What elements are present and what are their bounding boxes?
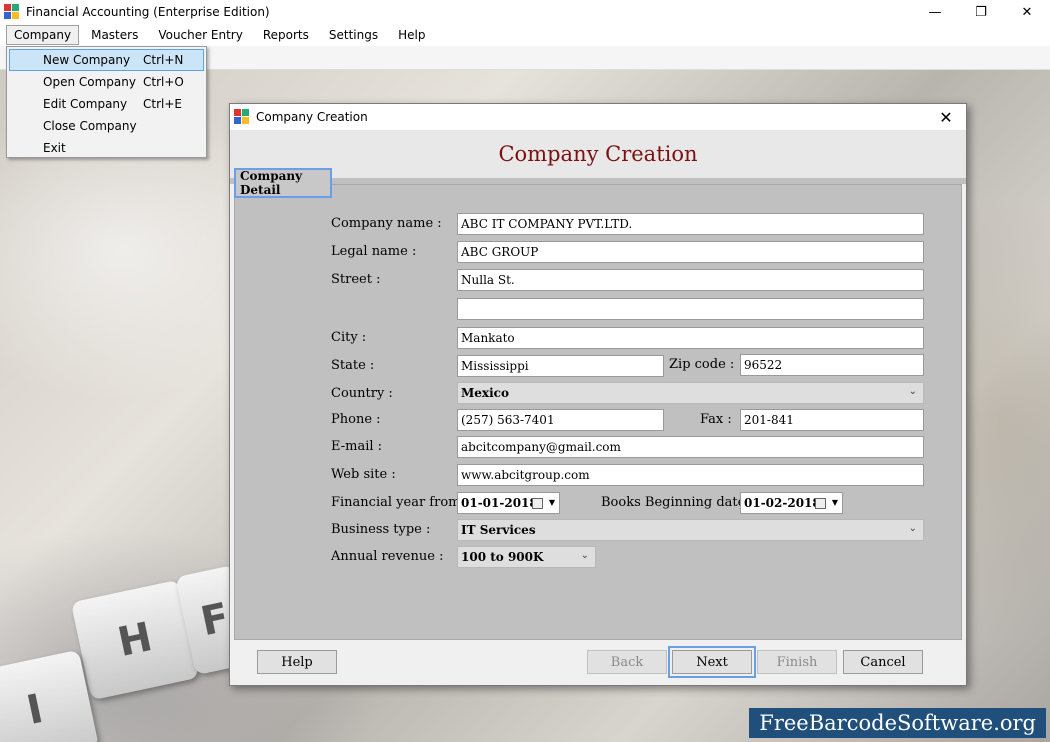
dropdown-arrow-icon: ▼ — [548, 497, 555, 507]
label-books-beginning-date: Books Beginning date: — [601, 495, 750, 510]
finish-button[interactable]: Finish — [757, 650, 837, 674]
label-financial-year-from: Financial year from : — [331, 495, 469, 510]
menu-settings[interactable]: Settings — [321, 25, 386, 45]
country-select[interactable]: Mexico ⌄ — [457, 382, 924, 404]
company-creation-dialog: Company Creation ✕ Company Creation Comp… — [229, 103, 967, 686]
label-city: City : — [331, 330, 367, 345]
app-icon — [4, 4, 20, 20]
financial-year-from-picker[interactable]: 01-01-2018 ▼ — [457, 492, 560, 514]
dialog-button-bar: Help Back Next Finish Cancel — [230, 644, 966, 686]
menu-bar: Company Masters Voucher Entry Reports Se… — [0, 24, 1050, 46]
label-website: Web site : — [331, 467, 396, 482]
fax-input[interactable]: 201-841 — [740, 409, 924, 431]
calendar-icon — [815, 498, 826, 509]
street-line2-input[interactable] — [457, 298, 924, 320]
label-fax: Fax : — [700, 412, 732, 427]
street-input[interactable]: Nulla St. — [457, 269, 924, 291]
company-detail-form: Company name : ABC IT COMPANY PVT.LTD. L… — [234, 184, 962, 640]
menu-item-open-company[interactable]: Open Company Ctrl+O — [9, 71, 204, 93]
chevron-down-icon: ⌄ — [908, 386, 917, 397]
app-titlebar: Financial Accounting (Enterprise Edition… — [0, 0, 1050, 24]
label-zip-code: Zip code : — [669, 357, 735, 372]
chevron-down-icon: ⌄ — [580, 550, 589, 561]
back-button[interactable]: Back — [587, 650, 667, 674]
zip-code-input[interactable]: 96522 — [740, 354, 924, 376]
label-legal-name: Legal name : — [331, 244, 417, 259]
dropdown-arrow-icon: ▼ — [831, 497, 838, 507]
calendar-icon — [532, 498, 543, 509]
dialog-title: Company Creation — [256, 110, 368, 124]
app-title: Financial Accounting (Enterprise Edition… — [26, 5, 270, 19]
menu-voucher-entry[interactable]: Voucher Entry — [150, 25, 251, 45]
minimize-button[interactable]: — — [912, 0, 958, 24]
books-beginning-date-picker[interactable]: 01-02-2018 ▼ — [740, 492, 843, 514]
menu-item-close-company[interactable]: Close Company — [9, 115, 204, 137]
email-input[interactable]: abcitcompany@gmail.com — [457, 436, 924, 458]
city-input[interactable]: Mankato — [457, 327, 924, 349]
state-input[interactable]: Mississippi — [457, 355, 664, 377]
annual-revenue-select[interactable]: 100 to 900K ⌄ — [457, 546, 596, 568]
label-email: E-mail : — [331, 439, 383, 454]
close-window-button[interactable]: ✕ — [1004, 0, 1050, 24]
menu-item-edit-company[interactable]: Edit Company Ctrl+E — [9, 93, 204, 115]
chevron-down-icon: ⌄ — [908, 523, 917, 534]
phone-input[interactable]: (257) 563-7401 — [457, 409, 664, 431]
company-menu-dropdown: New Company Ctrl+N Open Company Ctrl+O E… — [6, 46, 207, 158]
dialog-heading: Company Creation — [498, 142, 698, 166]
menu-company[interactable]: Company — [6, 25, 80, 45]
business-type-select[interactable]: IT Services ⌄ — [457, 519, 924, 541]
cancel-button[interactable]: Cancel — [843, 650, 923, 674]
help-button[interactable]: Help — [257, 650, 337, 674]
dialog-titlebar: Company Creation ✕ — [230, 104, 966, 130]
label-annual-revenue: Annual revenue : — [331, 549, 444, 564]
legal-name-input[interactable]: ABC GROUP — [457, 241, 924, 263]
dialog-icon — [234, 109, 250, 125]
label-phone: Phone : — [331, 412, 381, 427]
watermark-badge: FreeBarcodeSoftware.org — [749, 708, 1046, 738]
next-button[interactable]: Next — [668, 646, 756, 678]
menu-help[interactable]: Help — [390, 25, 433, 45]
menu-masters[interactable]: Masters — [83, 25, 146, 45]
menu-item-new-company[interactable]: New Company Ctrl+N — [9, 49, 204, 71]
label-company-name: Company name : — [331, 216, 442, 231]
label-business-type: Business type : — [331, 522, 431, 537]
label-country: Country : — [331, 386, 393, 401]
menu-reports[interactable]: Reports — [255, 25, 317, 45]
dialog-header: Company Creation — [230, 130, 966, 178]
company-name-input[interactable]: ABC IT COMPANY PVT.LTD. — [457, 213, 924, 235]
website-input[interactable]: www.abcitgroup.com — [457, 464, 924, 486]
dialog-close-icon[interactable]: ✕ — [926, 104, 966, 130]
label-street: Street : — [331, 272, 381, 287]
menu-item-exit[interactable]: Exit — [9, 137, 204, 159]
maximize-button[interactable]: ❐ — [958, 0, 1004, 24]
tab-company-detail[interactable]: Company Detail — [234, 168, 332, 198]
label-state: State : — [331, 358, 375, 373]
